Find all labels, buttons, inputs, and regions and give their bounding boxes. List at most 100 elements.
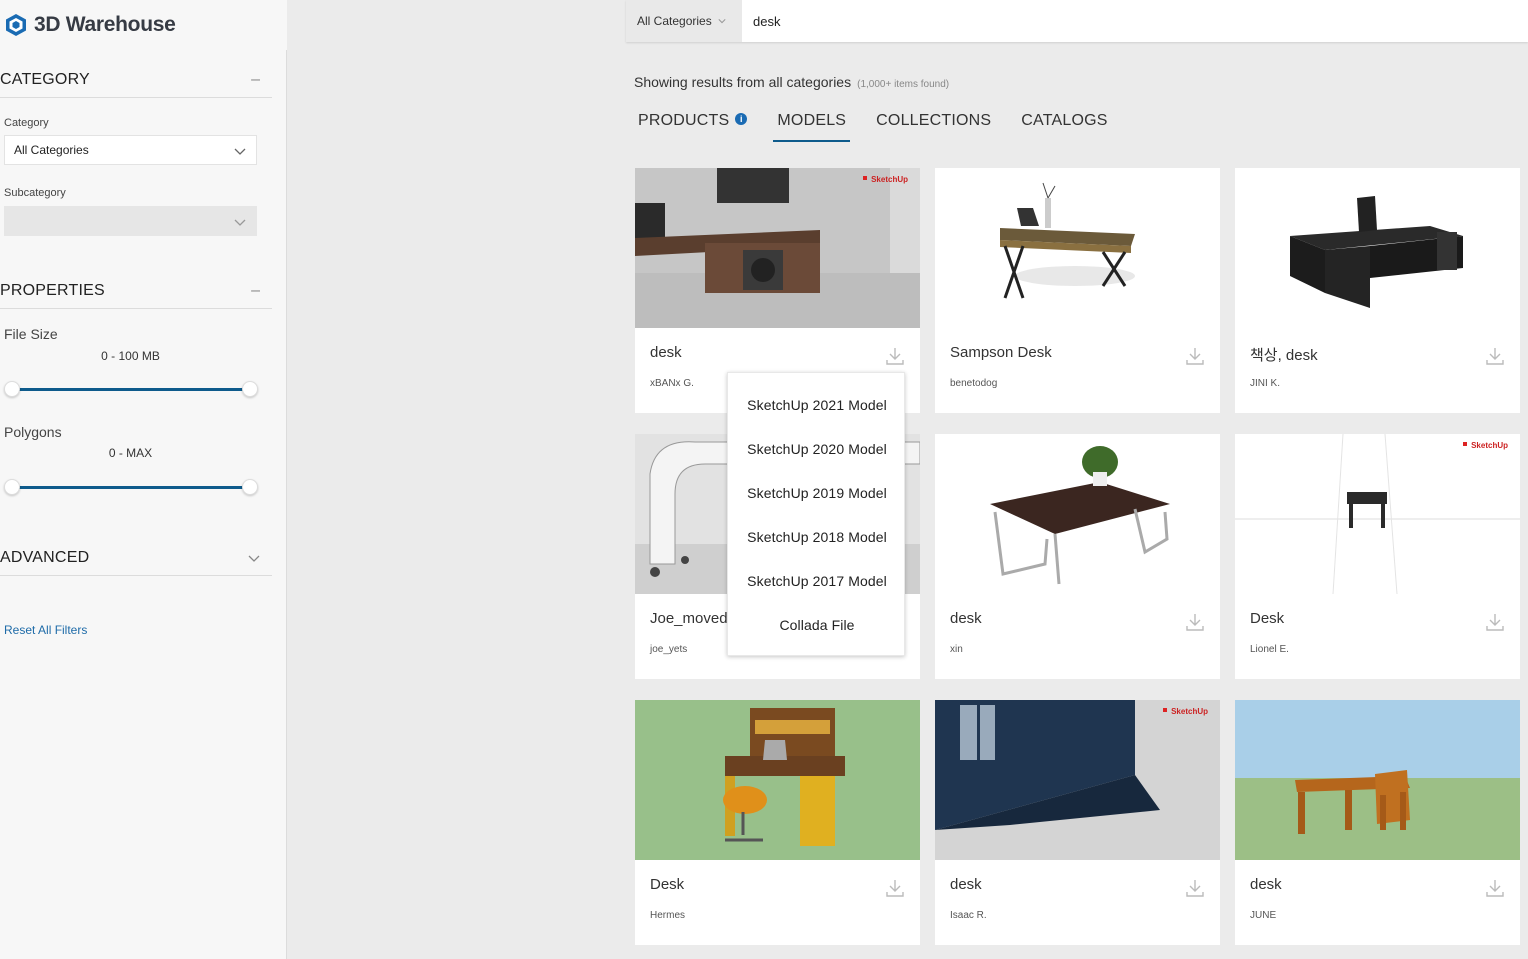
model-author[interactable]: JINI K.: [1250, 378, 1280, 389]
model-author[interactable]: Lionel E.: [1250, 644, 1289, 655]
logo[interactable]: 3D Warehouse: [0, 0, 287, 50]
model-card[interactable]: Desk Hermes: [635, 700, 920, 945]
menu-item-sketchup-2019[interactable]: SketchUp 2019 Model: [728, 471, 906, 515]
info-icon[interactable]: i: [735, 113, 748, 125]
model-author[interactable]: xin: [950, 644, 963, 655]
model-card[interactable]: desk JUNE: [1235, 700, 1520, 945]
download-icon[interactable]: [1185, 346, 1205, 366]
model-thumbnail[interactable]: SketchUp: [635, 168, 920, 328]
slider-max-handle[interactable]: [242, 381, 258, 397]
category-select-value: All Categories: [14, 143, 89, 157]
model-card[interactable]: 책상, desk JINI K.: [1235, 168, 1520, 413]
model-title[interactable]: desk: [650, 344, 682, 361]
model-thumbnail[interactable]: [635, 700, 920, 860]
file-size-value: 0 - 100 MB: [101, 349, 160, 363]
collapse-icon[interactable]: –: [251, 71, 260, 89]
model-title[interactable]: desk: [1250, 876, 1282, 893]
menu-item-sketchup-2021[interactable]: SketchUp 2021 Model: [728, 383, 906, 427]
tab-collections-label: COLLECTIONS: [876, 112, 992, 129]
results-summary: Showing results from all categories (1,00…: [634, 74, 949, 90]
model-author[interactable]: Hermes: [650, 910, 685, 921]
model-title[interactable]: Joe_moved: [650, 610, 728, 627]
subcategory-label: Subcategory: [4, 187, 66, 199]
file-size-slider[interactable]: [4, 380, 258, 398]
menu-item-sketchup-2020[interactable]: SketchUp 2020 Model: [728, 427, 906, 471]
polygons-value: 0 - MAX: [108, 446, 153, 460]
tab-models[interactable]: MODELS: [773, 112, 851, 142]
model-card[interactable]: Sampson Desk benetodog: [935, 168, 1220, 413]
model-author[interactable]: JUNE: [1250, 910, 1276, 921]
model-thumbnail[interactable]: [1235, 700, 1520, 860]
slider-track: [12, 486, 250, 489]
advanced-section-title: ADVANCED: [0, 548, 90, 566]
model-title[interactable]: desk: [950, 610, 982, 627]
category-label: Category: [4, 117, 49, 129]
model-card[interactable]: desk xin: [935, 434, 1220, 679]
tab-products[interactable]: PRODUCTS i: [634, 112, 751, 142]
model-author[interactable]: benetodog: [950, 378, 997, 389]
category-select[interactable]: All Categories: [4, 135, 257, 165]
search-bar: All Categories: [626, 0, 1528, 42]
model-thumbnail[interactable]: [1235, 168, 1520, 328]
slider-min-handle[interactable]: [4, 381, 20, 397]
model-title[interactable]: 책상, desk: [1250, 344, 1318, 365]
result-tabs: PRODUCTS i MODELS COLLECTIONS CATALOGS: [634, 112, 1134, 142]
menu-item-sketchup-2017[interactable]: SketchUp 2017 Model: [728, 559, 906, 603]
subcategory-select[interactable]: [4, 206, 257, 236]
menu-item-sketchup-2018[interactable]: SketchUp 2018 Model: [728, 515, 906, 559]
download-icon[interactable]: [1485, 346, 1505, 366]
search-category-dropdown[interactable]: All Categories: [626, 0, 742, 42]
download-icon[interactable]: [1485, 612, 1505, 632]
slider-min-handle[interactable]: [4, 479, 20, 495]
properties-section-header[interactable]: PROPERTIES –: [0, 273, 272, 309]
slider-max-handle[interactable]: [242, 479, 258, 495]
model-title[interactable]: Desk: [1250, 610, 1284, 627]
model-author[interactable]: Isaac R.: [950, 910, 987, 921]
model-author[interactable]: xBANx G.: [650, 378, 694, 389]
properties-section-title: PROPERTIES: [0, 281, 105, 299]
model-title[interactable]: Sampson Desk: [950, 344, 1052, 361]
model-card[interactable]: SketchUp Desk Lionel E.: [1235, 434, 1520, 679]
sketchup-badge: SketchUp: [1471, 441, 1508, 450]
search-category-label: All Categories: [637, 14, 712, 28]
results-showing-text: Showing results from all categories: [634, 74, 852, 90]
model-thumbnail[interactable]: SketchUp: [935, 700, 1220, 860]
polygons-label: Polygons: [4, 424, 62, 440]
chevron-down-icon[interactable]: [248, 552, 260, 564]
warehouse-logo-icon: [6, 14, 26, 36]
download-format-menu: SketchUp 2021 Model SketchUp 2020 Model …: [727, 372, 905, 656]
filter-sidebar: CATEGORY – Category All Categories Subca…: [0, 50, 287, 959]
category-section-title: CATEGORY: [0, 70, 90, 88]
model-author[interactable]: joe_yets: [650, 644, 687, 655]
tab-models-label: MODELS: [777, 112, 847, 129]
top-bar: 3D Warehouse All Categories: [0, 0, 1528, 50]
advanced-section-header[interactable]: ADVANCED: [0, 540, 272, 576]
tab-catalogs[interactable]: CATALOGS: [1017, 112, 1111, 142]
sketchup-badge: SketchUp: [871, 175, 908, 184]
download-icon[interactable]: [885, 346, 905, 366]
model-thumbnail[interactable]: [935, 434, 1220, 594]
chevron-down-icon: [234, 219, 246, 226]
results-count: (1,000+ items found): [857, 79, 950, 90]
model-thumbnail[interactable]: SketchUp: [1235, 434, 1520, 594]
download-icon[interactable]: [1485, 878, 1505, 898]
model-title[interactable]: desk: [950, 876, 982, 893]
reset-filters-link[interactable]: Reset All Filters: [4, 623, 87, 637]
download-icon[interactable]: [1185, 612, 1205, 632]
category-section-header[interactable]: CATEGORY –: [0, 62, 272, 98]
polygons-slider[interactable]: [4, 478, 258, 496]
download-icon[interactable]: [885, 878, 905, 898]
file-size-label: File Size: [4, 326, 58, 342]
tab-catalogs-label: CATALOGS: [1021, 112, 1108, 129]
logo-text: 3D Warehouse: [34, 13, 176, 36]
model-title[interactable]: Desk: [650, 876, 684, 893]
download-icon[interactable]: [1185, 878, 1205, 898]
model-thumbnail[interactable]: [935, 168, 1220, 328]
tab-collections[interactable]: COLLECTIONS: [872, 112, 995, 142]
model-card[interactable]: SketchUp desk Isaac R.: [935, 700, 1220, 945]
chevron-down-icon: [718, 19, 726, 24]
collapse-icon[interactable]: –: [251, 282, 260, 300]
menu-item-collada[interactable]: Collada File: [728, 603, 906, 647]
search-input[interactable]: [742, 0, 1442, 42]
tab-products-label: PRODUCTS: [638, 112, 730, 129]
